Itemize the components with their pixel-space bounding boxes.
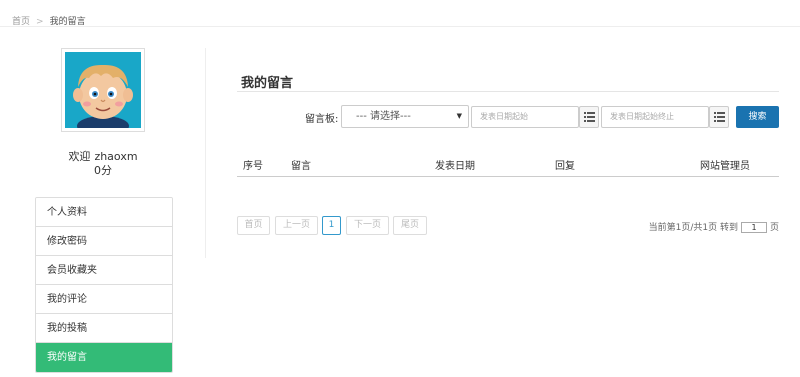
menu-item-my-comments[interactable]: 我的评论 xyxy=(36,285,172,314)
header-divider xyxy=(0,26,800,27)
pagination-next-button[interactable]: 下一页 xyxy=(346,216,389,235)
title-divider xyxy=(237,91,779,92)
search-button[interactable]: 搜索 xyxy=(736,106,779,128)
column-header-date: 发表日期 xyxy=(435,161,475,172)
column-header-reply: 回复 xyxy=(555,161,575,172)
table-header-divider xyxy=(237,176,779,177)
user-points: 0分 xyxy=(94,164,112,177)
pagination-last-button[interactable]: 尾页 xyxy=(393,216,427,235)
menu-item-profile[interactable]: 个人资料 xyxy=(36,198,172,227)
goto-page-input[interactable]: 1 xyxy=(740,222,767,233)
column-header-admin: 网站管理员 xyxy=(700,161,750,172)
start-date-input[interactable]: 发表日期起始 xyxy=(471,106,579,128)
column-header-index: 序号 xyxy=(243,161,263,172)
avatar-image xyxy=(65,52,141,128)
pagination-page-1[interactable]: 1 xyxy=(322,216,341,235)
pagination-info-suffix: 页 xyxy=(769,223,779,233)
menu-item-my-messages[interactable]: 我的留言 xyxy=(36,343,172,372)
board-select[interactable]: --- 请选择--- ▼ xyxy=(341,105,469,128)
menu-item-my-submissions[interactable]: 我的投稿 xyxy=(36,314,172,343)
list-icon xyxy=(714,112,725,122)
board-filter-label: 留言板: xyxy=(305,114,339,125)
board-select-value: --- 请选择--- xyxy=(356,111,411,122)
menu-item-favorites[interactable]: 会员收藏夹 xyxy=(36,256,172,285)
menu-item-change-password[interactable]: 修改密码 xyxy=(36,227,172,256)
user-menu: 个人资料 修改密码 会员收藏夹 我的评论 我的投稿 我的留言 xyxy=(35,197,173,373)
pagination-prev-button[interactable]: 上一页 xyxy=(275,216,318,235)
pagination-info: 当前第1页/共1页 转到 1 页 xyxy=(649,220,779,233)
list-icon xyxy=(584,112,595,122)
avatar xyxy=(61,48,145,132)
page: 首页 > 我的留言 欢迎 zhaoxm 0分 个人资料 修改密码 会员收藏夹 我… xyxy=(0,0,800,377)
pagination-info-text: 当前第1页/共1页 转到 xyxy=(648,223,738,233)
column-divider xyxy=(205,48,206,258)
pagination-first-button[interactable]: 首页 xyxy=(237,216,270,235)
chevron-down-icon: ▼ xyxy=(456,112,462,120)
page-title: 我的留言 xyxy=(241,76,294,91)
end-date-picker-button[interactable] xyxy=(709,106,729,128)
start-date-picker-button[interactable] xyxy=(579,106,599,128)
column-header-message: 留言 xyxy=(291,161,311,172)
end-date-input[interactable]: 发表日期起始终止 xyxy=(601,106,709,128)
